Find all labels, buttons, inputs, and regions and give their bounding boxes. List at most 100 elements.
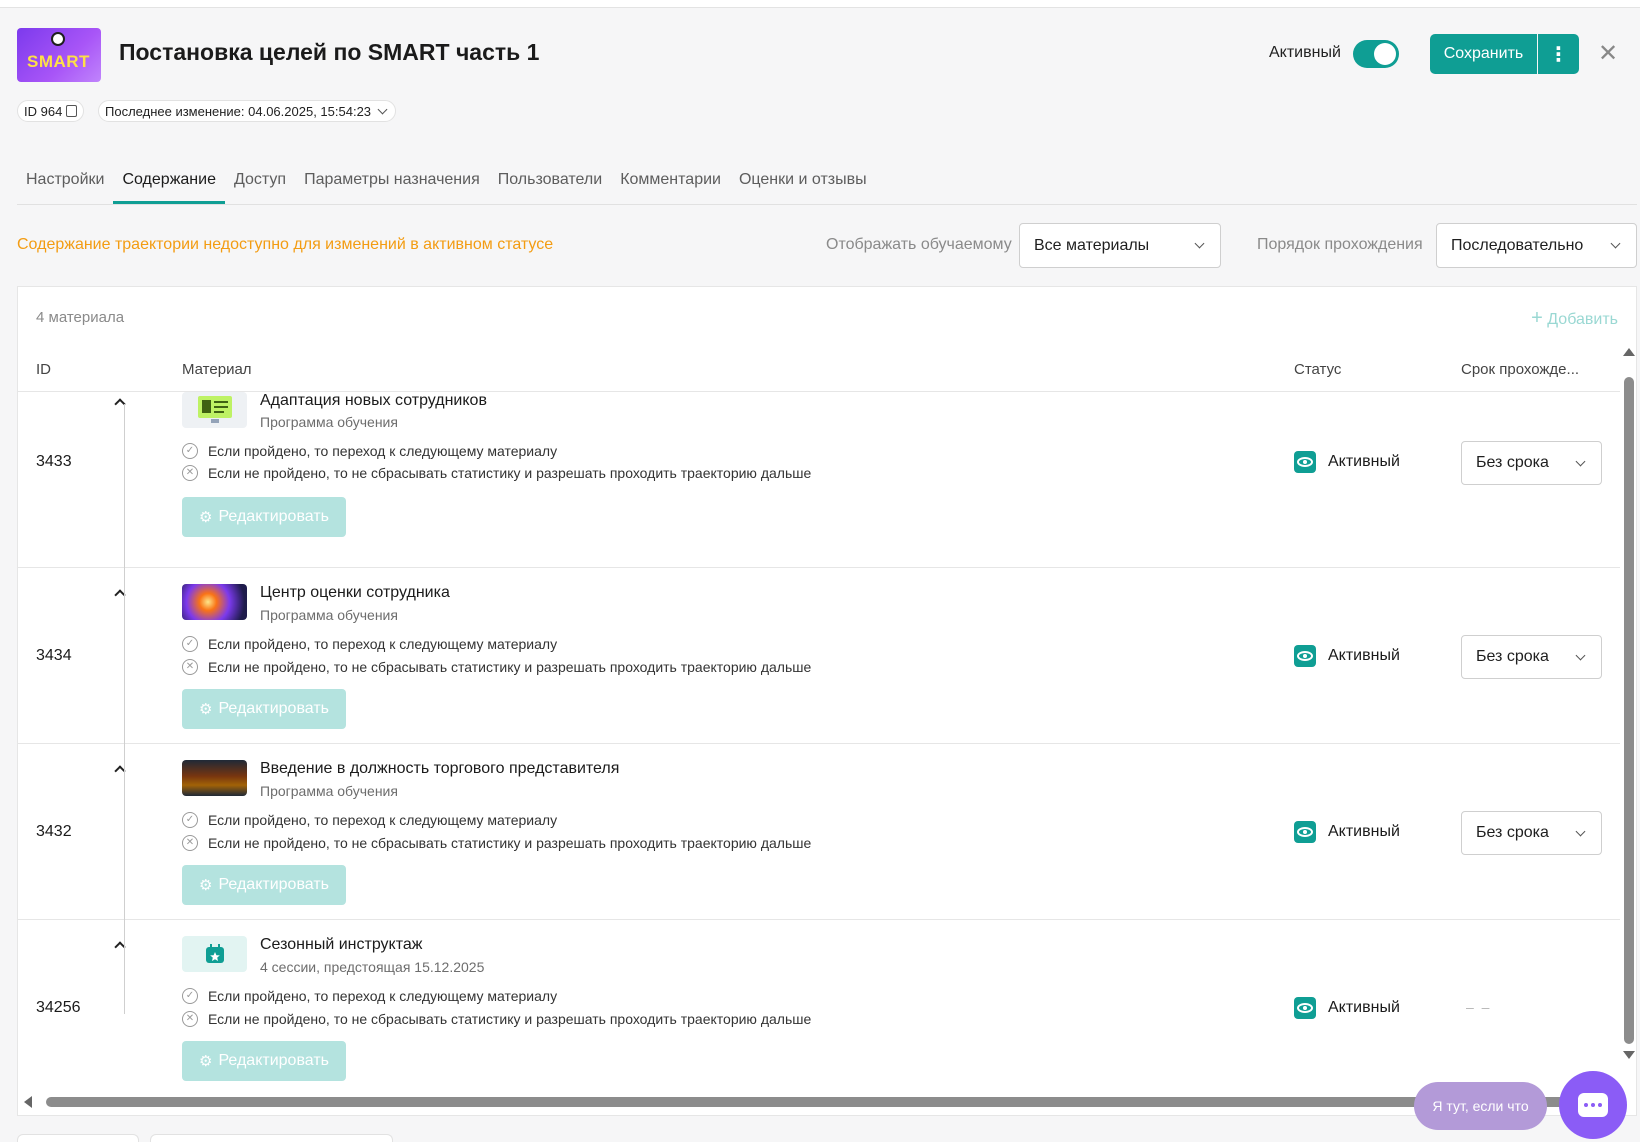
eye-icon	[1294, 997, 1316, 1019]
row-id: 3432	[36, 823, 72, 840]
tab-ratings[interactable]: Оценки и отзывы	[730, 163, 876, 204]
calendar-icon	[182, 936, 247, 972]
materials-panel: 4 материала + Добавить ID Материал Стату…	[17, 286, 1637, 1116]
close-icon[interactable]: ✕	[1596, 42, 1620, 66]
collapse-icon[interactable]	[110, 583, 130, 603]
copy-icon[interactable]	[66, 105, 78, 117]
chat-button[interactable]	[1559, 1071, 1627, 1139]
horizontal-scrollbar[interactable]	[18, 1093, 1620, 1111]
table-row: 3434 Центр оценки сотрудника Программа о…	[18, 568, 1620, 744]
tab-content[interactable]: Содержание	[113, 163, 225, 204]
plus-icon: +	[1531, 307, 1543, 329]
more-options-icon[interactable]: ⋮	[1538, 34, 1579, 74]
col-material[interactable]: Материал	[182, 361, 252, 378]
eye-icon	[1294, 645, 1316, 667]
x-circle-icon: ✕	[182, 659, 198, 675]
material-title[interactable]: Центр оценки сотрудника	[260, 584, 450, 602]
due-select[interactable]: Без срока	[1461, 635, 1602, 679]
gear-icon: ⚙	[199, 509, 213, 526]
order-label: Порядок прохождения	[1257, 236, 1423, 253]
chevron-down-icon	[1194, 238, 1205, 248]
collapse-icon[interactable]	[110, 392, 130, 412]
office-thumbnail	[182, 760, 247, 796]
id-chip[interactable]: ID 964	[17, 100, 85, 122]
save-button[interactable]: Сохранить	[1430, 34, 1537, 74]
last-change-label: Последнее изменение: 04.06.2025, 15:54:2…	[105, 103, 372, 119]
scroll-down-arrow[interactable]	[1623, 1051, 1635, 1059]
table-row: 34256 Сезонный инструктаж 4 сессии, пред…	[18, 920, 1620, 1096]
tab-assignment-params[interactable]: Параметры назначения	[295, 163, 489, 204]
rule-passed: ✓ Если пройдено, то переход к следующему …	[182, 443, 557, 459]
material-title[interactable]: Адаптация новых сотрудников	[260, 392, 487, 410]
due-empty: – –	[1466, 999, 1492, 1015]
edit-button[interactable]: ⚙ Редактировать	[182, 497, 346, 537]
top-border	[0, 0, 1640, 8]
due-select[interactable]: Без срока	[1461, 441, 1602, 485]
check-circle-icon: ✓	[182, 636, 198, 652]
material-subtitle: Программа обучения	[260, 783, 398, 799]
material-subtitle: 4 сессии, предстоящая 15.12.2025	[260, 959, 485, 975]
scroll-left-arrow[interactable]	[24, 1096, 32, 1108]
add-label: Добавить	[1547, 311, 1618, 328]
col-id[interactable]: ID	[36, 361, 51, 378]
order-select[interactable]: Последовательно	[1436, 223, 1637, 268]
last-change-chip[interactable]: Последнее изменение: 04.06.2025, 15:54:2…	[98, 100, 397, 122]
active-label: Активный	[1269, 44, 1341, 61]
check-circle-icon: ✓	[182, 988, 198, 1004]
timeline-connector	[124, 404, 125, 1014]
table-header: ID Материал Статус Срок прохожде...	[18, 344, 1620, 392]
scroll-up-arrow[interactable]	[1623, 348, 1635, 356]
material-title[interactable]: Сезонный инструктаж	[260, 936, 422, 954]
nebula-thumbnail	[182, 584, 247, 620]
status: Активный	[1294, 451, 1400, 473]
material-subtitle: Программа обучения	[260, 414, 398, 430]
tab-access[interactable]: Доступ	[225, 163, 295, 204]
help-pill[interactable]: Я тут, если что	[1414, 1082, 1547, 1130]
gear-icon: ⚙	[199, 877, 213, 894]
vertical-scrollbar[interactable]	[1620, 344, 1636, 1064]
page-size-select[interactable]	[150, 1134, 393, 1142]
rule-passed: ✓ Если пройдено, то переход к следующему …	[182, 636, 557, 652]
x-circle-icon: ✕	[182, 465, 198, 481]
tab-settings[interactable]: Настройки	[17, 163, 113, 204]
chevron-down-icon	[1575, 826, 1586, 837]
display-filter-select[interactable]: Все материалы	[1019, 223, 1221, 268]
monitor-thumbnail	[182, 392, 247, 428]
collapse-icon[interactable]	[110, 759, 130, 779]
rule-failed: ✕ Если не пройдено, то не сбрасывать стат…	[182, 835, 811, 851]
materials-count: 4 материала	[36, 309, 125, 326]
tab-bar: Настройки Содержание Доступ Параметры на…	[17, 163, 1637, 205]
edit-button[interactable]: ⚙ Редактировать	[182, 1041, 346, 1081]
eye-icon	[1294, 821, 1316, 843]
rule-passed: ✓ Если пройдено, то переход к следующему …	[182, 812, 557, 828]
collapse-icon[interactable]	[110, 935, 130, 955]
col-due[interactable]: Срок прохожде...	[1461, 361, 1579, 378]
target-icon	[51, 32, 65, 46]
page-title: Постановка целей по SMART часть 1	[119, 39, 540, 65]
scroll-thumb[interactable]	[1624, 377, 1634, 1044]
course-logo: SMART	[17, 28, 101, 82]
gear-icon: ⚙	[199, 1053, 213, 1070]
pagination[interactable]	[17, 1134, 139, 1142]
readonly-notice: Содержание траектории недоступно для изм…	[17, 236, 554, 253]
row-id: 3433	[36, 453, 72, 470]
due-select[interactable]: Без срока	[1461, 811, 1602, 855]
active-toggle[interactable]	[1353, 40, 1399, 68]
edit-button[interactable]: ⚙ Редактировать	[182, 689, 346, 729]
check-circle-icon: ✓	[182, 443, 198, 459]
rule-failed: ✕ Если не пройдено, то не сбрасывать стат…	[182, 659, 811, 675]
row-id: 34256	[36, 999, 81, 1016]
edit-button[interactable]: ⚙ Редактировать	[182, 865, 346, 905]
scroll-thumb[interactable]	[46, 1097, 1606, 1107]
table-row: 3432 Введение в должность торгового пред…	[18, 744, 1620, 920]
rule-passed: ✓ Если пройдено, то переход к следующему …	[182, 988, 557, 1004]
tab-users[interactable]: Пользователи	[489, 163, 611, 204]
tab-comments[interactable]: Комментарии	[611, 163, 730, 204]
id-label: ID 964	[24, 103, 63, 119]
status: Активный	[1294, 821, 1400, 843]
col-status[interactable]: Статус	[1294, 361, 1341, 378]
x-circle-icon: ✕	[182, 1011, 198, 1027]
rule-failed: ✕ Если не пройдено, то не сбрасывать стат…	[182, 1011, 811, 1027]
add-material-button[interactable]: + Добавить	[1531, 307, 1618, 330]
material-title[interactable]: Введение в должность торгового представи…	[260, 760, 619, 778]
